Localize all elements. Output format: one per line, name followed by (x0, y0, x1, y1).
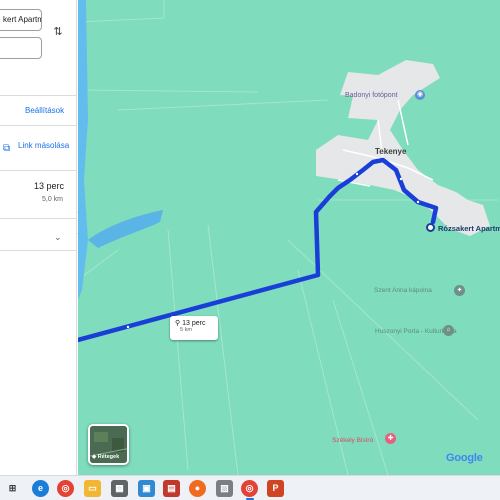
settings-button[interactable]: Beállítások (25, 106, 64, 115)
divider (0, 218, 76, 219)
swap-vertical-icon[interactable]: ⇅ (51, 25, 65, 39)
map-canvas[interactable]: ◉ Badonyi fotópont Tekenye Rózsakert Apa… (78, 0, 500, 475)
layers-button[interactable]: ◈ Rétegek (88, 424, 129, 465)
poi-huszonyi-label[interactable]: Huszonyi Porta - Kulturbarta (375, 327, 457, 336)
destination-pin-icon[interactable] (426, 223, 435, 232)
divider (0, 250, 76, 251)
calendar-icon[interactable]: ▦ (111, 480, 128, 497)
route-tooltip-time: 13 perc (182, 320, 206, 327)
origin-input[interactable]: kert Apartma (0, 9, 42, 31)
camera-icon[interactable]: ◉ (415, 90, 425, 100)
restaurant-icon[interactable]: ✚ (385, 433, 396, 444)
route-tooltip[interactable]: ⚲ 13 perc 5 km (170, 316, 218, 340)
destination-input[interactable] (0, 37, 42, 59)
town-label: Tekenye (375, 147, 407, 156)
poi-szekely-label[interactable]: Székely Bistró (332, 437, 373, 444)
bicycle-icon: ⚲ (175, 320, 181, 327)
route-distance: 5,0 km (42, 196, 64, 203)
poi-szentanna-label[interactable]: Szent Anna kápolna (374, 287, 432, 294)
route-tooltip-distance: 5 km (180, 327, 192, 333)
layers-icon: ◈ (92, 454, 97, 460)
place-pin-icon[interactable]: ✦ (454, 285, 465, 296)
link-icon: ⧉ (3, 143, 11, 154)
directions-panel: kert Apartma ⇅ Beállítások ⧉ Link másolá… (0, 0, 77, 475)
divider (0, 125, 76, 126)
photos-icon[interactable]: ▨ (216, 480, 233, 497)
chrome-icon[interactable]: ◎ (57, 480, 74, 497)
file-explorer-icon[interactable]: ▭ (84, 480, 101, 497)
destination-label[interactable]: Rózsakert Apartma (438, 224, 500, 233)
app-window: kert Apartma ⇅ Beállítások ⧉ Link másolá… (0, 0, 500, 500)
layers-text: Rétegek (97, 454, 120, 460)
firefox-icon[interactable]: ● (189, 480, 206, 497)
copy-link-button[interactable]: Link másolása (18, 140, 70, 151)
google-logo-text: Google (446, 452, 483, 464)
google-logo: Google (446, 452, 483, 464)
image-viewer-icon[interactable]: ▣ (138, 480, 155, 497)
powerpoint-icon[interactable]: P (267, 480, 284, 497)
task-view-icon[interactable]: ⊞ (4, 480, 21, 497)
edge-icon[interactable]: e (32, 480, 49, 497)
chevron-down-icon[interactable]: ⌄ (54, 232, 62, 243)
divider (0, 170, 76, 171)
map-graphics (78, 0, 498, 475)
landmark-icon[interactable]: ⌂ (443, 325, 454, 336)
divider (0, 95, 76, 96)
chrome-active-icon[interactable]: ◎ (241, 480, 258, 497)
pdf-reader-icon[interactable]: ▤ (163, 480, 180, 497)
route-time: 13 perc (34, 181, 65, 191)
taskbar: ⊞ e ◎ ▭ ▦ ▣ ▤ ● ▨ ◎ P (0, 475, 500, 500)
layers-label: ◈ Rétegek (92, 454, 119, 460)
poi-badonyi-label[interactable]: Badonyi fotópont (345, 92, 398, 99)
